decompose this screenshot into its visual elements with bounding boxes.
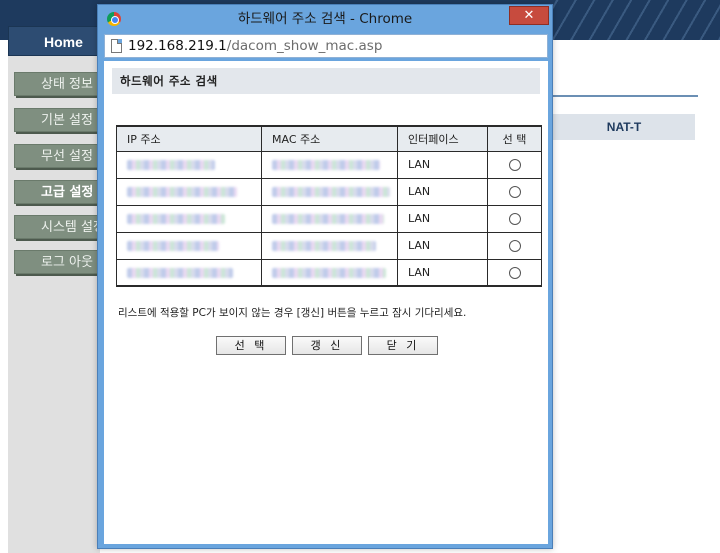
table-row: LAN [116, 177, 542, 206]
menu-system-settings[interactable]: 시스템 설정 [14, 215, 104, 239]
redacted-ip [127, 267, 233, 278]
ip-cell-redacted [116, 258, 262, 287]
select-radio[interactable] [508, 159, 521, 171]
close-button[interactable]: 닫 기 [368, 336, 438, 355]
menu-wireless-settings[interactable]: 무선 설정 [14, 144, 104, 168]
table-row: LAN [116, 150, 542, 179]
menu-status-info[interactable]: 상태 정보 [14, 72, 104, 96]
select-cell [487, 204, 542, 233]
tab-nat-t[interactable]: NAT-T [553, 114, 695, 140]
redacted-mac [272, 214, 384, 224]
column-header-mac: MAC 주소 [261, 125, 398, 152]
menu-basic-settings[interactable]: 기본 설정 [14, 108, 104, 132]
page-icon [111, 39, 122, 53]
refresh-notice: 리스트에 적용할 PC가 보이지 않는 경우 [갱신] 버튼을 누르고 잠시 기… [118, 307, 467, 319]
chrome-icon [107, 12, 121, 26]
url-text: 192.168.219.1/dacom_show_mac.asp [128, 37, 382, 55]
interface-cell: LAN [397, 231, 488, 260]
page-content: 하드웨어 주소 검색 IP 주소 MAC 주소 인터페이스 선 택 LAN LA… [104, 61, 548, 544]
select-button[interactable]: 선 택 [216, 336, 286, 355]
window-close-button[interactable]: ✕ [509, 6, 549, 25]
mac-cell-redacted [261, 177, 398, 206]
page-title: 하드웨어 주소 검색 [120, 74, 218, 88]
table-header-row: IP 주소 MAC 주소 인터페이스 선 택 [116, 125, 542, 152]
select-radio[interactable] [508, 266, 521, 279]
column-header-ip: IP 주소 [116, 125, 262, 152]
ip-cell-redacted [116, 231, 262, 260]
interface-cell: LAN [397, 204, 488, 233]
redacted-ip [127, 241, 219, 251]
redacted-ip [127, 187, 237, 197]
mac-cell-redacted [261, 150, 398, 179]
ip-cell-redacted [116, 150, 262, 179]
redacted-mac [272, 187, 390, 197]
section-divider [553, 95, 698, 97]
window-title: 하드웨어 주소 검색 - Chrome [237, 11, 413, 27]
interface-cell: LAN [397, 177, 488, 206]
select-radio[interactable] [508, 213, 521, 225]
select-radio[interactable] [508, 240, 521, 252]
mac-address-table: IP 주소 MAC 주소 인터페이스 선 택 LAN LAN LAN LAN L… [116, 125, 542, 287]
window-titlebar[interactable]: 하드웨어 주소 검색 - Chrome ✕ [98, 5, 552, 33]
mac-cell-redacted [261, 231, 398, 260]
ip-cell-redacted [116, 204, 262, 233]
menu-logout[interactable]: 로그 아웃 [14, 250, 104, 274]
mac-cell-redacted [261, 204, 398, 233]
table-row: LAN [116, 204, 542, 233]
refresh-button[interactable]: 갱 신 [292, 336, 362, 355]
top-bar-decoration [540, 0, 720, 40]
mac-cell-redacted [261, 258, 398, 287]
column-header-select: 선 택 [487, 125, 542, 152]
select-cell [487, 258, 542, 287]
select-cell [487, 150, 542, 179]
redacted-mac [272, 267, 386, 278]
redacted-mac [272, 241, 376, 251]
redacted-ip [127, 160, 215, 170]
interface-cell: LAN [397, 150, 488, 179]
interface-cell: LAN [397, 258, 488, 287]
url-path: /dacom_show_mac.asp [226, 38, 383, 54]
address-bar[interactable]: 192.168.219.1/dacom_show_mac.asp [104, 34, 548, 58]
select-cell [487, 177, 542, 206]
redacted-ip [127, 214, 225, 224]
table-row: LAN [116, 231, 542, 260]
redacted-mac [272, 160, 380, 170]
table-row: LAN [116, 258, 542, 287]
page-header-bar: 하드웨어 주소 검색 [112, 68, 540, 94]
ip-cell-redacted [116, 177, 262, 206]
menu-advanced-settings[interactable]: 고급 설정 [14, 180, 104, 204]
url-host: 192.168.219.1 [128, 38, 227, 54]
select-cell [487, 231, 542, 260]
select-radio[interactable] [508, 186, 521, 198]
popup-window: 하드웨어 주소 검색 - Chrome ✕ 192.168.219.1/daco… [97, 4, 553, 549]
column-header-interface: 인터페이스 [397, 125, 488, 152]
